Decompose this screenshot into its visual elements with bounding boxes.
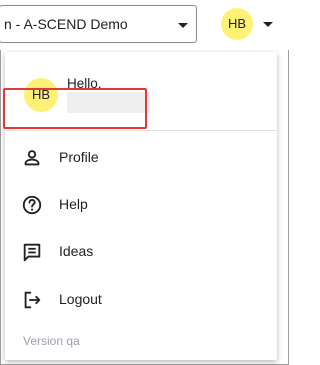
help-circle-icon [22, 195, 42, 215]
greeting-text: Hello, [67, 76, 102, 91]
user-avatar-button[interactable]: HB [221, 8, 253, 40]
menu-item-help[interactable]: Help [5, 181, 277, 229]
menu-item-logout[interactable]: Logout [5, 276, 277, 324]
version-label: Version qa [23, 334, 80, 348]
person-icon [24, 150, 40, 166]
feedback-icon [23, 243, 41, 262]
chevron-down-icon[interactable] [263, 22, 273, 27]
chevron-down-icon [178, 23, 188, 28]
user-name-redacted [67, 92, 150, 113]
organization-select-value: n - A-SCEND Demo [4, 16, 128, 32]
organization-select[interactable]: n - A-SCEND Demo [0, 5, 197, 43]
logout-icon [24, 291, 41, 309]
menu-item-label: Help [59, 196, 88, 212]
menu-item-label: Profile [59, 149, 99, 165]
avatar: HB [24, 78, 58, 112]
user-menu: HB Hello, Profile Help Ideas Logout Vers… [5, 52, 277, 360]
menu-item-label: Ideas [59, 243, 94, 259]
menu-item-ideas[interactable]: Ideas [5, 228, 277, 276]
top-bar: n - A-SCEND Demo HB [0, 0, 289, 50]
user-header: HB Hello, [5, 52, 277, 131]
menu-item-profile[interactable]: Profile [5, 134, 277, 182]
menu-item-label: Logout [59, 291, 102, 307]
